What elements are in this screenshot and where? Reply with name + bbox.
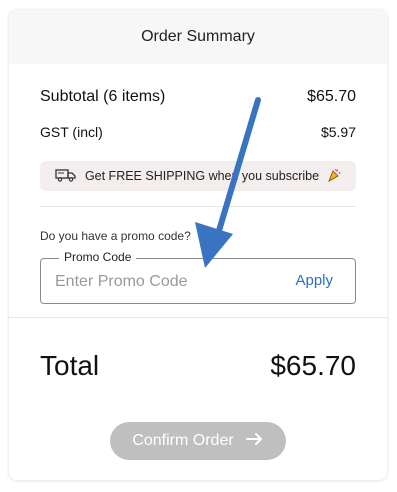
subtotal-row: Subtotal (6 items) $65.70 <box>40 88 356 106</box>
subtotal-label: Subtotal (6 items) <box>40 88 166 105</box>
arrow-right-icon <box>245 432 264 451</box>
gst-label: GST (incl) <box>40 124 103 140</box>
promo-question: Do you have a promo code? <box>40 229 191 243</box>
truck-icon <box>55 168 77 185</box>
promo-code-legend: Promo Code <box>59 250 137 264</box>
promo-code-input[interactable] <box>53 269 277 295</box>
page-title: Order Summary <box>141 28 255 45</box>
divider <box>9 317 387 318</box>
subtotal-value: $65.70 <box>307 88 356 105</box>
total-row: Total $65.70 <box>40 350 356 382</box>
party-popper-icon <box>327 168 341 185</box>
gst-row: GST (incl) $5.97 <box>40 124 356 140</box>
total-value: $65.70 <box>270 350 356 381</box>
promo-code-field[interactable]: Promo Code Apply <box>40 250 356 304</box>
confirm-order-button[interactable]: Confirm Order <box>110 422 286 460</box>
banner-text: Get FREE SHIPPING when you subscribe <box>84 169 320 183</box>
gst-value: $5.97 <box>320 124 356 140</box>
order-summary-card: Order Summary Subtotal (6 items) $65.70 … <box>9 10 387 480</box>
apply-button[interactable]: Apply <box>295 272 333 289</box>
order-summary-header: Order Summary <box>9 10 387 64</box>
divider <box>40 206 356 207</box>
total-label: Total <box>40 350 100 381</box>
confirm-order-label: Confirm Order <box>132 432 234 449</box>
free-shipping-banner: Get FREE SHIPPING when you subscribe <box>40 161 356 191</box>
